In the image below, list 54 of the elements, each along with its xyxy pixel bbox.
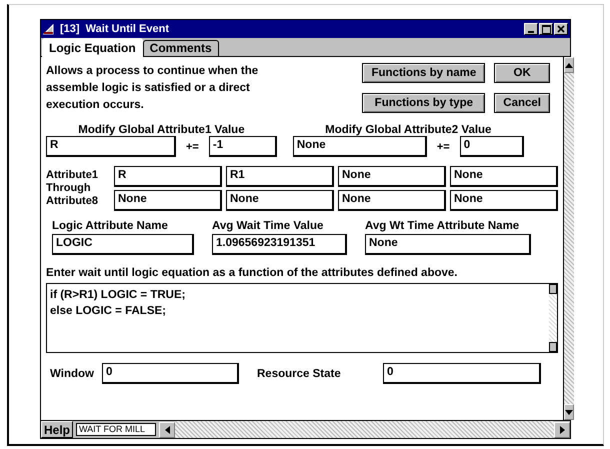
equation-line: else LOGIC = FALSE; — [50, 304, 167, 319]
field-label: Attribute1 Through Attribute8 — [46, 169, 99, 208]
close-button[interactable] — [554, 23, 568, 35]
arrow-left-icon — [164, 426, 170, 434]
input-field[interactable]: LOGIC — [52, 234, 194, 255]
operator-label: += — [186, 140, 199, 152]
field-label: Avg Wait Time Value — [212, 220, 324, 232]
attribute-field[interactable]: None — [338, 166, 446, 187]
arrow-right-icon — [560, 426, 564, 434]
window-title: [13] Wait Until Event — [60, 23, 170, 35]
attribute-field[interactable]: None — [292, 136, 427, 157]
attribute-field[interactable]: None — [450, 190, 558, 211]
cancel-button[interactable]: Cancel — [494, 92, 550, 112]
functions-by-type-button[interactable]: Functions by type — [362, 92, 486, 112]
attribute-field[interactable]: R — [114, 166, 222, 187]
help-button[interactable]: Help — [41, 421, 74, 438]
field-label: Logic Attribute Name — [52, 220, 169, 232]
input-field[interactable]: 0 — [383, 363, 541, 384]
maximize-icon — [542, 24, 550, 34]
input-field[interactable]: 0 — [102, 363, 239, 384]
description-text: Allows a process to continue when the assemble logic is satisfied or a direct execution occurs. — [46, 64, 260, 113]
value-field[interactable]: 0 — [460, 136, 524, 157]
scroll-down-button[interactable] — [564, 404, 574, 420]
equation-line: if (R>R1) LOGIC = TRUE; — [50, 288, 186, 303]
scrollbar[interactable] — [549, 284, 557, 352]
attribute-field[interactable]: R1 — [226, 166, 334, 187]
operator-label: += — [436, 140, 450, 152]
scroll-up-button[interactable] — [564, 57, 574, 73]
equation-field[interactable]: if (R>R1) LOGIC = TRUE; else LOGIC = FALSE; — [46, 283, 558, 353]
field-label: Window — [50, 368, 95, 380]
maximize-button[interactable] — [539, 23, 553, 35]
close-icon — [557, 25, 565, 33]
input-field[interactable]: None — [365, 234, 531, 255]
scroll-left-button[interactable] — [159, 422, 176, 438]
tab[interactable]: Logic Equation — [42, 38, 143, 57]
attribute-field[interactable]: R — [46, 136, 176, 157]
ok-button[interactable]: OK — [494, 63, 550, 83]
attribute-field[interactable]: None — [114, 190, 222, 211]
attribute-field[interactable]: None — [450, 166, 558, 187]
scroll-right-button[interactable] — [554, 422, 570, 438]
attribute-field[interactable]: None — [338, 190, 446, 211]
field-label: Resource State — [256, 368, 342, 380]
field-label: Avg Wt Time Attribute Name — [365, 220, 520, 232]
tab[interactable]: Comments — [142, 40, 219, 56]
instruction-text: Enter wait until logic equation as a function of the attributes defined above. — [46, 267, 458, 279]
field-label: Modify Global Attribute2 Value — [325, 124, 492, 136]
status-field: WAIT FOR MILL — [76, 423, 156, 436]
functions-by-name-button[interactable]: Functions by name — [362, 63, 486, 83]
app-icon — [43, 23, 55, 35]
field-label: Modify Global Attribute1 Value — [78, 124, 245, 136]
value-field[interactable]: -1 — [208, 136, 277, 157]
attribute-field[interactable]: None — [226, 190, 334, 211]
input-field[interactable]: 1.09656923191351 — [212, 234, 347, 255]
minimize-button[interactable] — [524, 23, 538, 35]
